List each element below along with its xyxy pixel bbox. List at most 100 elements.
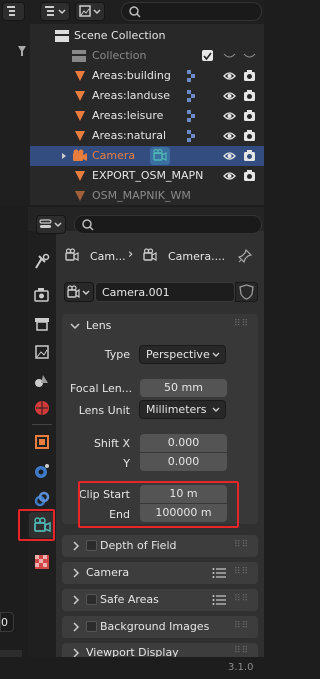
outliner-header [0,0,264,24]
filter-dropdown[interactable] [75,2,105,21]
display-mode-dropdown[interactable] [40,2,70,21]
outliner-item-export-osm[interactable]: EXPORT_OSM_MAPN [30,166,264,186]
outliner-item-label: Areas:natural [92,129,167,142]
outliner-item-areas-leisure[interactable]: Areas:leisure [30,106,264,126]
disable-render-icon[interactable] [243,52,256,60]
modifier-icon [187,130,195,142]
outliner-left-strip [0,24,30,205]
output-tab-icon[interactable] [33,315,51,333]
render-camera-icon[interactable] [243,109,256,122]
eye-icon[interactable] [223,170,236,182]
chevron-down-icon [212,407,220,412]
version-label: 3.1.0 [228,662,254,673]
collection-row[interactable]: Collection [30,46,264,66]
render-camera-icon[interactable] [243,89,256,102]
properties-editor-type-button[interactable] [36,215,66,234]
camera-data-breadcrumb-icon [143,248,157,261]
outliner-item-label: Areas:leisure [92,109,164,122]
expand-chevron-icon [73,595,80,605]
shift-x-label: Shift X [93,437,130,450]
presets-list-icon[interactable] [212,594,226,606]
render-tab-icon[interactable] [33,286,51,304]
eye-icon[interactable] [223,130,236,142]
eye-icon[interactable] [223,90,236,102]
outliner-item-osm-mapnik[interactable]: OSM_MAPNIK_WM [30,186,264,205]
scene-collection-icon [55,30,69,42]
render-camera-icon[interactable] [243,129,256,142]
safe-areas-panel[interactable]: Safe Areas ⠿⠿ [62,589,258,611]
hide-viewport-icon[interactable] [223,52,236,60]
outliner-search-input[interactable] [121,2,262,21]
breadcrumb-object[interactable]: Cam... [90,250,126,263]
collection-exclude-checkbox[interactable] [202,50,213,61]
lens-panel-header[interactable]: Lens ⠿⠿ [62,314,258,336]
tool-tab-icon[interactable] [33,253,51,271]
camera-data-icon[interactable] [150,147,170,165]
outliner-item-areas-building[interactable]: Areas:building [30,66,264,86]
lens-unit-dropdown[interactable]: Millimeters [139,400,226,419]
modifier-icon [187,110,195,122]
fake-user-button[interactable] [235,282,258,302]
depth-of-field-checkbox[interactable] [86,540,97,551]
expand-chevron-icon [73,622,80,632]
mesh-object-icon [75,111,85,121]
viewport-display-panel[interactable]: Viewport Display ⠿⠿ [62,643,258,657]
properties-search-input[interactable] [74,215,262,234]
modifier-icon [187,90,195,102]
safe-areas-checkbox[interactable] [86,594,97,605]
camera-panel[interactable]: Camera ⠿⠿ [62,562,258,584]
camera-tab-highlight [18,509,55,541]
drag-handle-icon[interactable]: ⠿⠿ [234,594,249,604]
depth-of-field-panel[interactable]: Depth of Field ⠿⠿ [62,535,258,557]
background-images-panel[interactable]: Background Images ⠿⠿ [62,616,258,638]
world-tab-icon[interactable] [33,399,51,417]
editor-type-button[interactable] [2,2,25,21]
drag-handle-icon[interactable]: ⠿⠿ [234,621,249,631]
lens-unit-value: Millimeters [146,403,207,416]
expand-chevron-icon [73,648,80,657]
shield-icon [239,284,254,300]
constraints-tab-icon[interactable] [33,490,51,508]
eye-icon[interactable] [223,70,236,82]
camera-object-icon [73,149,87,161]
presets-list-icon[interactable] [212,567,226,579]
render-camera-icon[interactable] [243,149,256,162]
camera-panel-title: Camera [86,566,130,579]
physics-tab-icon[interactable] [33,462,51,480]
shift-x-field[interactable]: 0.000 [140,434,227,452]
shift-y-field[interactable]: 0.000 [140,453,227,471]
object-tab-icon[interactable] [33,433,51,451]
search-icon [82,219,94,231]
mesh-object-icon [75,191,85,201]
outliner-item-camera[interactable]: Camera [30,146,264,166]
drag-handle-icon[interactable]: ⠿⠿ [234,540,249,550]
depth-of-field-title: Depth of Field [100,539,177,552]
datablock-browse-button[interactable] [64,282,94,302]
view-layer-tab-icon[interactable] [33,343,51,361]
eye-icon[interactable] [223,150,236,162]
texture-tab-icon[interactable] [33,553,51,571]
breadcrumb-data[interactable]: Camera.... [168,250,225,263]
lens-unit-label: Lens Unit [78,404,130,417]
collapse-chevron-icon [70,323,80,330]
eye-icon[interactable] [223,110,236,122]
scene-tab-icon[interactable] [33,371,51,389]
drag-handle-icon[interactable]: ⠿⠿ [234,319,249,329]
datablock-name-field[interactable]: Camera.001 [95,282,235,302]
lens-type-dropdown[interactable]: Perspective [139,345,226,364]
filter-funnel-icon[interactable] [18,46,26,56]
background-images-checkbox[interactable] [86,621,97,632]
scene-collection-row[interactable]: Scene Collection [30,26,264,46]
drag-handle-icon[interactable]: ⠿⠿ [234,567,249,577]
outliner-item-areas-landuse[interactable]: Areas:landuse [30,86,264,106]
pin-icon[interactable] [238,249,252,263]
render-camera-icon[interactable] [243,169,256,182]
outliner-editor-icon [7,6,15,16]
drag-handle-icon[interactable]: ⠿⠿ [234,646,249,656]
focal-length-field[interactable]: 50 mm [140,379,227,397]
render-camera-icon[interactable] [243,69,256,82]
expand-arrow-icon[interactable] [60,152,68,160]
background-images-title: Background Images [100,620,210,633]
left-value-field[interactable]: 0 [0,612,14,632]
outliner-item-areas-natural[interactable]: Areas:natural [30,126,264,146]
